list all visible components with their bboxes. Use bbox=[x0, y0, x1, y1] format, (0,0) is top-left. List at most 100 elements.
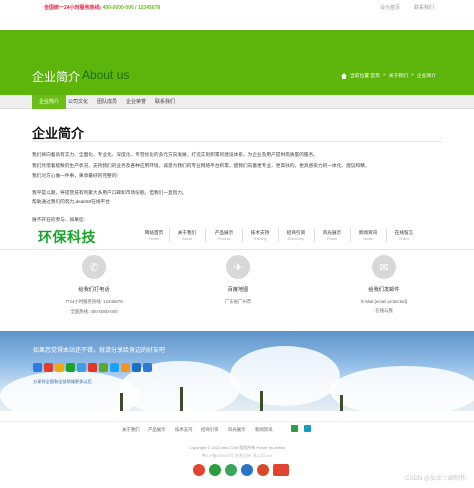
divider bbox=[0, 421, 474, 422]
contact-link[interactable]: 联系我们 bbox=[414, 4, 434, 11]
sub-nav: 企业简介 公司文化 团队成员 企业荣誉 联系我们 bbox=[0, 95, 474, 109]
mainnav-item-about[interactable]: 关于我们 About bbox=[173, 230, 201, 241]
paragraph: 我们凭借着极致的生产状况，支持我们的业务及各种应用环境，诚恳为我们的专业网络平台… bbox=[32, 163, 370, 168]
breadcrumb: 当前位置:首页 > 关于我们 > 企业简介 bbox=[340, 72, 436, 79]
contact-line: 广东省广州市 bbox=[224, 299, 252, 304]
share-wechat-icon[interactable] bbox=[66, 363, 75, 372]
security-badge-icon[interactable] bbox=[241, 464, 253, 476]
divider bbox=[350, 228, 351, 242]
share-douban-icon[interactable] bbox=[99, 363, 108, 372]
divider bbox=[314, 228, 315, 242]
qrcode-icon[interactable] bbox=[304, 425, 311, 432]
mainnav-item-support[interactable]: 技术支持 Training bbox=[246, 230, 274, 241]
watermark: CSDN @仙女☆颖制作 bbox=[405, 476, 466, 482]
hotline-label: 全国统一24小时服务热线: bbox=[44, 5, 102, 11]
footer-link[interactable]: 新闻资讯 bbox=[255, 427, 273, 433]
share-tencent-icon[interactable] bbox=[77, 363, 86, 372]
verify-badge-icon[interactable] bbox=[225, 464, 237, 476]
mainnav-item-photo[interactable]: 风光展示 Photo bbox=[318, 230, 346, 241]
contact-title: 百度地图 bbox=[227, 287, 249, 293]
subnav-item-contact[interactable]: 联系我们 bbox=[148, 95, 182, 109]
share-renren-icon[interactable] bbox=[88, 363, 97, 372]
home-icon bbox=[340, 72, 347, 79]
divider bbox=[205, 228, 206, 242]
mainnav-label-en: News bbox=[363, 237, 373, 241]
contact-phone: ✆ 给我们打电话 7*24小时服务热线: 12345678 全国热线: 400-… bbox=[24, 255, 164, 315]
divider bbox=[169, 228, 170, 242]
contact-map: ✈ 百度地图 广东省广州市 bbox=[168, 255, 308, 305]
copyright: Copyright © 2024 abc.COM 版权所有 Power by a… bbox=[189, 445, 285, 450]
mainnav-label: 关于我们 bbox=[177, 230, 197, 235]
share-baidu-icon[interactable] bbox=[132, 363, 141, 372]
footer-link[interactable]: 产品展示 bbox=[148, 427, 166, 433]
share-twitter-icon[interactable] bbox=[110, 363, 119, 372]
contact-title: 给我们发邮件 bbox=[368, 287, 400, 293]
mainnav-label: 网站首页 bbox=[144, 230, 164, 235]
contact-line: 7*24小时服务热线: 12345678 bbox=[65, 299, 123, 304]
banner-subtitle: About us bbox=[82, 68, 130, 82]
contact-title: 给我们打电话 bbox=[78, 287, 110, 293]
share-copy-icon[interactable] bbox=[143, 363, 152, 372]
mainnav-label: 招商引资 bbox=[286, 230, 306, 235]
divider bbox=[278, 228, 279, 242]
contact-mail: ✉ 给我们发邮件 E-Mail:[email protected] 在线与我 bbox=[314, 255, 454, 314]
contact-line: 全国热线: 400-0000-000 bbox=[70, 309, 118, 314]
hotline: 全国统一24小时服务热线: 400-0000-000 / 12345678 bbox=[44, 4, 160, 11]
divider bbox=[386, 228, 387, 242]
share-icons bbox=[33, 363, 152, 372]
share-add-icon[interactable] bbox=[33, 363, 42, 372]
footer-link[interactable]: 风光展示 bbox=[228, 427, 246, 433]
footer-link[interactable]: 关于我们 bbox=[122, 427, 140, 433]
mainnav-label: 产品展示 bbox=[214, 230, 234, 235]
plane-icon: ✈ bbox=[226, 255, 250, 279]
set-home-link[interactable]: 设为首页 bbox=[380, 4, 400, 11]
breadcrumb-about[interactable]: 关于我们 bbox=[389, 72, 408, 79]
cert-badge-icon[interactable] bbox=[257, 464, 269, 476]
paragraph: 我们对方心做一件事，秉承最好的完整的! bbox=[32, 173, 118, 178]
mainnav-label-en: Discovery bbox=[287, 237, 305, 241]
palm-tree bbox=[120, 393, 123, 411]
mainnav-label-en: Photo bbox=[327, 237, 337, 241]
mainnav-label-en: Online bbox=[398, 237, 410, 241]
divider bbox=[242, 228, 243, 242]
paragraph: 帮助通过我们的努力,dede58在线平台 bbox=[32, 199, 110, 204]
breadcrumb-sep: > bbox=[410, 73, 414, 78]
palm-tree bbox=[180, 387, 183, 411]
divider bbox=[32, 141, 442, 142]
cloud bbox=[230, 346, 340, 406]
mainnav-item-news[interactable]: 新闻资讯 News bbox=[354, 230, 382, 241]
mainnav-label: 新闻资讯 bbox=[358, 230, 378, 235]
mainnav-label-en: About bbox=[182, 237, 192, 241]
top-bar: 全国统一24小时服务热线: 400-0000-000 / 12345678 设为… bbox=[0, 0, 474, 14]
share-follow-text[interactable]: 分享到全国和全部领域更多以后 bbox=[33, 379, 92, 385]
paragraph: 我平是以期，导提营技有利聚大多用户口碑和市场份额，但我们一直努力。 bbox=[32, 190, 187, 195]
palm-tree bbox=[260, 391, 263, 411]
breadcrumb-home[interactable]: 当前位置:首页 bbox=[350, 72, 380, 79]
site-logo[interactable]: 环保科技 bbox=[38, 227, 96, 247]
mainnav-label-en: Home bbox=[148, 237, 160, 241]
share-qzone-icon[interactable] bbox=[55, 363, 64, 372]
share-prompt: 如果您觉得本站还不错，就请分享给身边的好友吧 bbox=[33, 348, 166, 354]
trust-badge-icon[interactable] bbox=[209, 464, 221, 476]
mainnav-label: 技术支持 bbox=[250, 230, 270, 235]
share-weibo-icon[interactable] bbox=[44, 363, 53, 372]
mainnav-item-invest[interactable]: 招商引资 Discovery bbox=[282, 230, 310, 241]
mainnav-item-home[interactable]: 网站首页 Home bbox=[140, 230, 168, 241]
wechat-icon[interactable] bbox=[291, 425, 298, 432]
paragraph: 我们将向着具有实力、全面化、专业化、深度化、专营优化的多元方向发展，打造实则积累… bbox=[32, 152, 318, 157]
contact-line[interactable]: 在线与我 bbox=[314, 308, 454, 314]
icp-record: 粤ICP备000000号 技术支持: 本公司-xxx bbox=[201, 453, 273, 458]
mainnav-label: 风光展示 bbox=[322, 230, 342, 235]
police-badge-icon[interactable] bbox=[193, 464, 205, 476]
divider bbox=[0, 249, 474, 250]
footer-link[interactable]: 招商引资 bbox=[201, 427, 219, 433]
paragraph: 展不开狂的参与、如果您: bbox=[32, 217, 85, 222]
contact-line: E-Mail:[email protected] bbox=[360, 299, 408, 304]
hotline-numbers: 400-0000-000 / 12345678 bbox=[102, 5, 161, 11]
report-badge-icon[interactable] bbox=[273, 464, 289, 476]
banner-title: 企业简介 bbox=[32, 70, 81, 84]
mainnav-item-product[interactable]: 产品展示 Product bbox=[210, 230, 238, 241]
mainnav-item-online[interactable]: 在线留言 Online bbox=[390, 230, 418, 241]
share-qq-icon[interactable] bbox=[121, 363, 130, 372]
footer-link[interactable]: 技术支持 bbox=[175, 427, 193, 433]
